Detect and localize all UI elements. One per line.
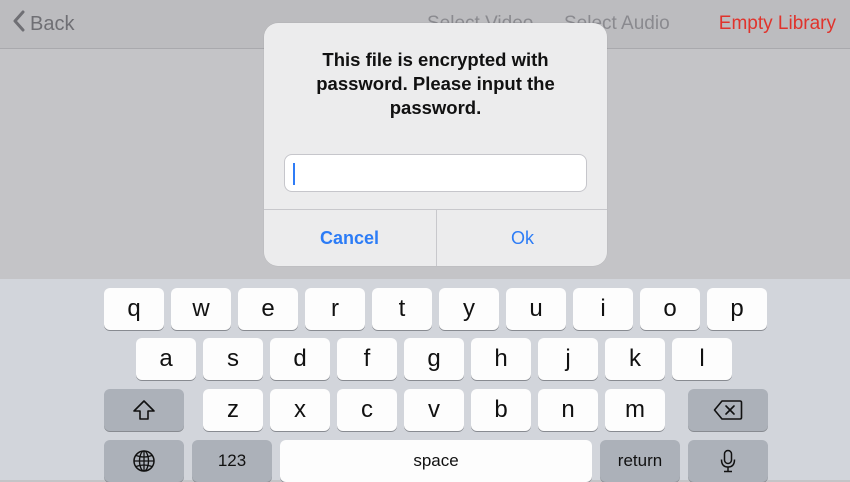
backspace-icon: [713, 399, 743, 421]
ok-button[interactable]: Ok: [437, 210, 607, 266]
alert-message: This file is encrypted with password. Pl…: [316, 49, 555, 118]
keyboard: q w e r t y u i o p a s d f g h j k l z …: [0, 279, 850, 482]
key-w[interactable]: w: [171, 288, 231, 330]
globe-icon: [132, 449, 156, 473]
key-k[interactable]: k: [605, 338, 665, 380]
key-m[interactable]: m: [605, 389, 665, 431]
key-i[interactable]: i: [573, 288, 633, 330]
shift-key[interactable]: [104, 389, 184, 431]
numbers-key[interactable]: 123: [192, 440, 272, 482]
space-key[interactable]: space: [280, 440, 592, 482]
key-n[interactable]: n: [538, 389, 598, 431]
key-f[interactable]: f: [337, 338, 397, 380]
microphone-icon: [720, 449, 736, 473]
key-x[interactable]: x: [270, 389, 330, 431]
key-y[interactable]: y: [439, 288, 499, 330]
globe-key[interactable]: [104, 440, 184, 482]
password-input[interactable]: [284, 154, 587, 192]
key-q[interactable]: q: [104, 288, 164, 330]
key-g[interactable]: g: [404, 338, 464, 380]
back-button[interactable]: Back: [12, 8, 74, 40]
empty-library-button[interactable]: Empty Library: [719, 13, 836, 35]
text-cursor: [293, 163, 295, 185]
key-v[interactable]: v: [404, 389, 464, 431]
shift-arrow-icon: [132, 399, 156, 421]
return-key[interactable]: return: [600, 440, 680, 482]
password-alert: This file is encrypted with password. Pl…: [264, 23, 607, 266]
back-label: Back: [30, 12, 75, 35]
key-s[interactable]: s: [203, 338, 263, 380]
key-o[interactable]: o: [640, 288, 700, 330]
key-u[interactable]: u: [506, 288, 566, 330]
key-a[interactable]: a: [136, 338, 196, 380]
delete-key[interactable]: [688, 389, 768, 431]
key-e[interactable]: e: [238, 288, 298, 330]
key-d[interactable]: d: [270, 338, 330, 380]
key-b[interactable]: b: [471, 389, 531, 431]
key-r[interactable]: r: [305, 288, 365, 330]
key-p[interactable]: p: [707, 288, 767, 330]
chevron-left-icon: [12, 10, 26, 38]
key-j[interactable]: j: [538, 338, 598, 380]
key-h[interactable]: h: [471, 338, 531, 380]
key-l[interactable]: l: [672, 338, 732, 380]
microphone-key[interactable]: [688, 440, 768, 482]
cancel-button[interactable]: Cancel: [264, 210, 435, 266]
key-z[interactable]: z: [203, 389, 263, 431]
key-t[interactable]: t: [372, 288, 432, 330]
key-c[interactable]: c: [337, 389, 397, 431]
